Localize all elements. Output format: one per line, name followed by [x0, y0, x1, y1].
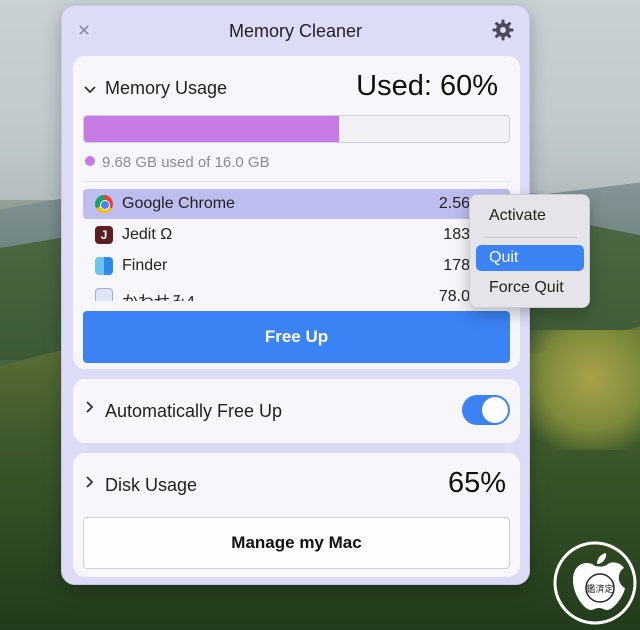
toggle-knob [482, 397, 508, 423]
chrome-icon [95, 195, 113, 213]
chevron-down-icon [84, 86, 96, 94]
memory-dot-icon [85, 156, 95, 166]
desktop-meadow [520, 330, 640, 450]
memory-used-percent: Used: 60% [356, 70, 498, 102]
disk-usage-card: Disk Usage 65% Manage my Mac [73, 453, 520, 577]
gear-icon [492, 19, 514, 41]
memory-cleaner-window: Memory Cleaner Memory Usage Used: 60% 9.… [61, 5, 530, 585]
watermark-text: 鑑済定 [586, 583, 613, 595]
memory-summary: 9.68 GB used of 16.0 GB [85, 154, 270, 171]
process-context-menu: Activate Quit Force Quit [469, 194, 590, 308]
process-size: 178 [443, 257, 470, 274]
process-name: かわせみ4 [122, 288, 195, 301]
process-name: Finder [122, 257, 168, 274]
process-row[interactable]: かわせみ4 78.0 [83, 282, 510, 301]
manage-my-mac-button[interactable]: Manage my Mac [83, 517, 510, 569]
process-name: Jedit Ω [122, 226, 173, 243]
memory-usage-bar-fill [84, 116, 339, 142]
kawasemi-icon [95, 288, 113, 301]
disk-usage-percent: 65% [447, 467, 506, 499]
memory-header[interactable]: Memory Usage Used: 60% [83, 70, 510, 106]
menu-separator [484, 237, 577, 238]
auto-free-up-label: Automatically Free Up [105, 401, 283, 421]
process-row[interactable]: Google Chrome 2.56 [83, 189, 510, 219]
chevron-right-icon [86, 401, 94, 413]
process-row[interactable]: J Jedit Ω 183 [83, 220, 510, 250]
auto-free-up-card[interactable]: Automatically Free Up [73, 379, 520, 443]
chevron-right-icon [86, 476, 94, 488]
title-bar: Memory Cleaner [62, 6, 529, 56]
process-name: Google Chrome [122, 195, 235, 212]
jedit-icon: J [95, 226, 113, 244]
menu-item-activate[interactable]: Activate [476, 203, 584, 229]
memory-usage-card: Memory Usage Used: 60% 9.68 GB used of 1… [73, 56, 520, 369]
process-size: 2.56 [438, 195, 470, 212]
process-row[interactable]: Finder 178 [83, 251, 510, 281]
finder-icon [95, 257, 113, 275]
divider [83, 181, 510, 182]
disk-usage-label[interactable]: Disk Usage [105, 475, 197, 496]
settings-button[interactable] [491, 18, 515, 42]
free-up-button[interactable]: Free Up [83, 311, 510, 363]
memory-summary-text: 9.68 GB used of 16.0 GB [102, 154, 270, 171]
window-title: Memory Cleaner [228, 21, 363, 41]
menu-item-force-quit[interactable]: Force Quit [476, 275, 584, 301]
memory-usage-bar [83, 115, 510, 143]
process-list: Google Chrome 2.56 J Jedit Ω 183 Finder … [83, 189, 510, 301]
process-size: 78.0 [438, 288, 470, 301]
apple-watermark-icon: 鑑済定 [553, 541, 637, 625]
auto-free-up-toggle[interactable] [462, 395, 510, 425]
memory-usage-label: Memory Usage [105, 78, 228, 98]
process-size: 183 [443, 226, 470, 243]
menu-item-quit[interactable]: Quit [476, 245, 584, 271]
